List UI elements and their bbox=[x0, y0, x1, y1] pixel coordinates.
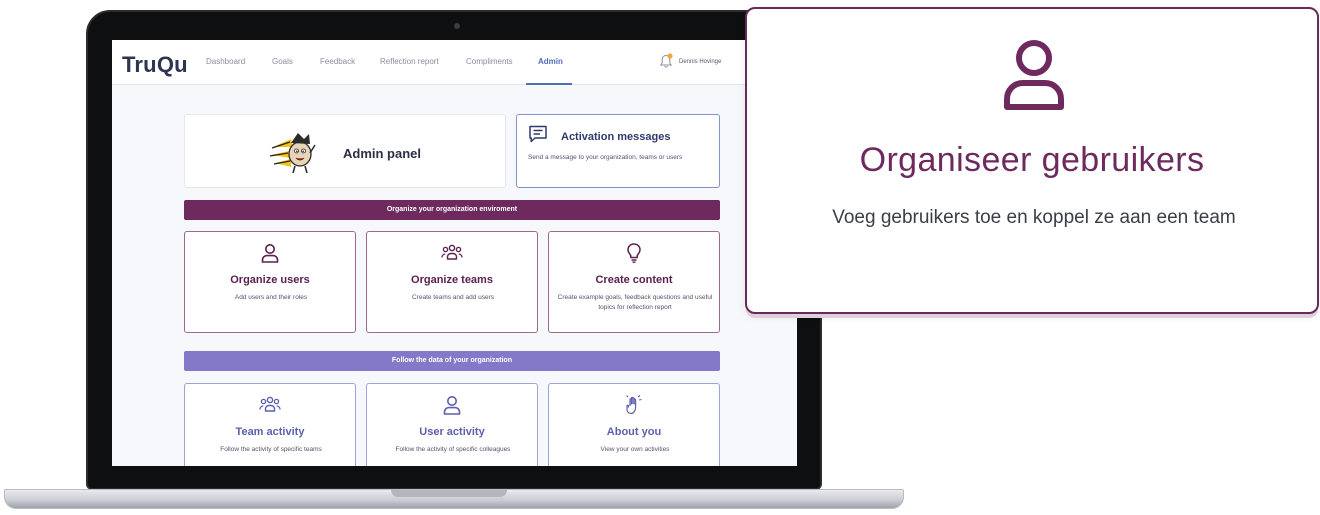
user-name[interactable]: Dennis Hovinge bbox=[679, 59, 721, 65]
tile-description: Follow the activity of specific teams bbox=[220, 446, 322, 453]
nav-admin[interactable]: Admin bbox=[538, 57, 563, 66]
stage: TruQu Dashboard Goals Feedback Reflectio… bbox=[0, 0, 1320, 515]
activation-description: Send a message to your organization, tea… bbox=[528, 154, 683, 161]
tile-create-content[interactable]: Create content Create example goals, fee… bbox=[548, 231, 720, 333]
tile-description: View your own activities bbox=[600, 446, 670, 453]
laptop-notch bbox=[391, 490, 507, 497]
tile-description: Create teams and add users bbox=[411, 294, 495, 301]
active-tab-indicator bbox=[526, 83, 572, 85]
tile-about-you[interactable]: About you View your own activities bbox=[548, 383, 720, 466]
section-organize-header: Organize your organization enviroment bbox=[184, 200, 720, 220]
tile-user-activity[interactable]: User activity Follow the activity of spe… bbox=[366, 383, 538, 466]
tile-title: Organize users bbox=[230, 274, 310, 286]
hand-wave-icon bbox=[626, 395, 642, 415]
user-icon bbox=[443, 396, 461, 415]
top-navbar: TruQu Dashboard Goals Feedback Reflectio… bbox=[112, 40, 797, 85]
nav-goals[interactable]: Goals bbox=[272, 57, 293, 66]
tile-description: Create example goals, feedback questions… bbox=[557, 294, 713, 312]
lightbulb-icon bbox=[627, 243, 641, 263]
tile-description: Follow the activity of specific colleagu… bbox=[395, 446, 511, 453]
section-follow-header: Follow the data of your organization bbox=[184, 351, 720, 371]
tile-team-activity[interactable]: Team activity Follow the activity of spe… bbox=[184, 383, 356, 466]
callout-title: Organiseer gebruikers bbox=[859, 141, 1205, 179]
tile-title: Organize teams bbox=[411, 274, 493, 286]
chat-icon bbox=[529, 125, 547, 143]
tile-organize-teams[interactable]: Organize teams Create teams and add user… bbox=[366, 231, 538, 333]
nav-compliments[interactable]: Compliments bbox=[466, 57, 513, 66]
bell-icon[interactable] bbox=[659, 53, 673, 69]
admin-panel-card: Admin panel bbox=[184, 114, 506, 188]
notification-dot bbox=[667, 53, 673, 59]
team-icon bbox=[259, 396, 281, 412]
tile-title: User activity bbox=[419, 426, 485, 438]
activation-title: Activation messages bbox=[561, 131, 671, 143]
nav-dashboard[interactable]: Dashboard bbox=[206, 57, 245, 66]
team-icon bbox=[441, 244, 463, 260]
admin-panel-title: Admin panel bbox=[343, 146, 422, 161]
nav-feedback[interactable]: Feedback bbox=[320, 57, 355, 66]
truqu-logo[interactable]: TruQu bbox=[122, 52, 188, 78]
feature-callout: Organiseer gebruikers Voeg gebruikers to… bbox=[745, 7, 1319, 314]
tile-title: Team activity bbox=[235, 426, 305, 438]
tile-title: Create content bbox=[595, 274, 673, 286]
laptop-base bbox=[4, 489, 904, 509]
nav-reflection-report[interactable]: Reflection report bbox=[380, 57, 439, 66]
user-icon bbox=[261, 244, 279, 263]
tile-title: About you bbox=[606, 426, 662, 438]
laptop-screen: TruQu Dashboard Goals Feedback Reflectio… bbox=[112, 40, 797, 466]
camera bbox=[454, 23, 460, 29]
tile-description: Add users and their roles bbox=[234, 294, 308, 301]
user-icon bbox=[1004, 40, 1064, 110]
mascot-illustration bbox=[269, 133, 316, 174]
callout-description: Voeg gebruikers toe en koppel ze aan een… bbox=[832, 207, 1236, 228]
activation-messages-card[interactable]: Activation messages Send a message to yo… bbox=[516, 114, 720, 188]
tile-organize-users[interactable]: Organize users Add users and their roles bbox=[184, 231, 356, 333]
